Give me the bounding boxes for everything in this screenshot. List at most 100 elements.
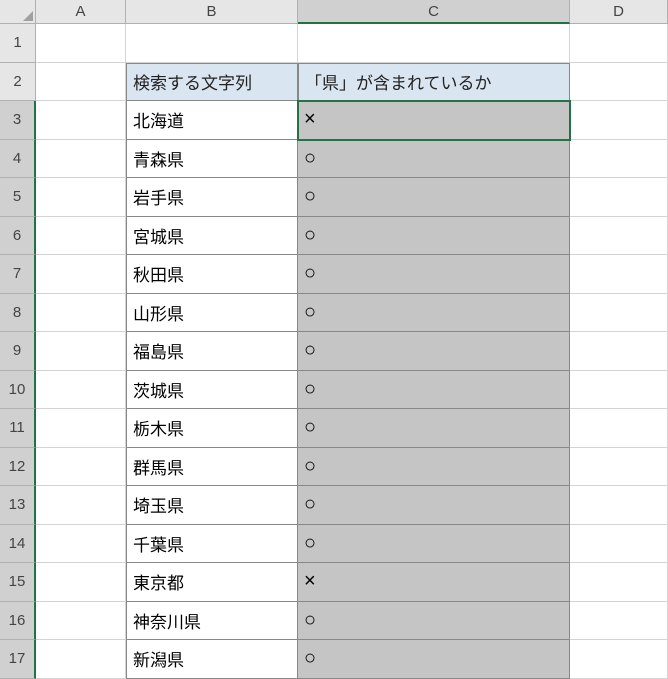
row-head[interactable]: 8: [0, 294, 36, 333]
cell-c12[interactable]: ○: [298, 448, 570, 487]
cell-d3[interactable]: [570, 101, 668, 140]
cell-d12[interactable]: [570, 448, 668, 487]
row-head[interactable]: 9: [0, 332, 36, 371]
cell-c3[interactable]: ×: [298, 101, 570, 140]
cell-c1[interactable]: [298, 24, 570, 63]
row-head[interactable]: 6: [0, 217, 36, 256]
cell-c8[interactable]: ○: [298, 294, 570, 333]
cell-b4[interactable]: 青森県: [126, 140, 298, 179]
cell-d7[interactable]: [570, 255, 668, 294]
result-symbol: ○: [304, 224, 316, 247]
cell-b3[interactable]: 北海道: [126, 101, 298, 140]
cell-b15[interactable]: 東京都: [126, 563, 298, 602]
cell-a12[interactable]: [36, 448, 126, 487]
row-head[interactable]: 14: [0, 525, 36, 564]
cell-b12[interactable]: 群馬県: [126, 448, 298, 487]
cell-d16[interactable]: [570, 602, 668, 641]
cell-b2[interactable]: 検索する文字列: [126, 63, 298, 102]
row-head[interactable]: 12: [0, 448, 36, 487]
row-head[interactable]: 1: [0, 24, 36, 63]
cell-c11[interactable]: ○: [298, 409, 570, 448]
result-symbol: ○: [304, 339, 316, 362]
cell-d17[interactable]: [570, 640, 668, 679]
cell-c17[interactable]: ○: [298, 640, 570, 679]
result-symbol: ×: [304, 108, 316, 131]
cell-b1[interactable]: [126, 24, 298, 63]
cell-c13[interactable]: ○: [298, 486, 570, 525]
col-head-b[interactable]: B: [126, 0, 298, 24]
cell-a2[interactable]: [36, 63, 126, 102]
cell-a17[interactable]: [36, 640, 126, 679]
cell-d13[interactable]: [570, 486, 668, 525]
select-all-corner[interactable]: [0, 0, 36, 24]
col-head-c[interactable]: C: [298, 0, 570, 24]
cell-d6[interactable]: [570, 217, 668, 256]
cell-d9[interactable]: [570, 332, 668, 371]
cell-d15[interactable]: [570, 563, 668, 602]
result-symbol: ○: [304, 493, 316, 516]
cell-b8[interactable]: 山形県: [126, 294, 298, 333]
cell-b17[interactable]: 新潟県: [126, 640, 298, 679]
cell-c4[interactable]: ○: [298, 140, 570, 179]
cell-c7[interactable]: ○: [298, 255, 570, 294]
cell-c16[interactable]: ○: [298, 602, 570, 641]
cell-a16[interactable]: [36, 602, 126, 641]
cell-c2[interactable]: 「県」が含まれているか: [298, 63, 570, 102]
cell-a1[interactable]: [36, 24, 126, 63]
cell-c5[interactable]: ○: [298, 178, 570, 217]
result-symbol: ○: [304, 185, 316, 208]
row-head[interactable]: 7: [0, 255, 36, 294]
cell-a7[interactable]: [36, 255, 126, 294]
cell-d10[interactable]: [570, 371, 668, 410]
cell-b7[interactable]: 秋田県: [126, 255, 298, 294]
result-symbol: ×: [304, 570, 316, 593]
row-head[interactable]: 4: [0, 140, 36, 179]
result-symbol: ○: [304, 647, 316, 670]
cell-b16[interactable]: 神奈川県: [126, 602, 298, 641]
cell-a8[interactable]: [36, 294, 126, 333]
row-head[interactable]: 3: [0, 101, 36, 140]
cell-a15[interactable]: [36, 563, 126, 602]
col-head-d[interactable]: D: [570, 0, 668, 24]
col-head-a[interactable]: A: [36, 0, 126, 24]
cell-b9[interactable]: 福島県: [126, 332, 298, 371]
cell-a13[interactable]: [36, 486, 126, 525]
cell-d5[interactable]: [570, 178, 668, 217]
cell-a11[interactable]: [36, 409, 126, 448]
cell-a5[interactable]: [36, 178, 126, 217]
cell-a9[interactable]: [36, 332, 126, 371]
cell-d2[interactable]: [570, 63, 668, 102]
cell-d8[interactable]: [570, 294, 668, 333]
cell-b10[interactable]: 茨城県: [126, 371, 298, 410]
row-head[interactable]: 15: [0, 563, 36, 602]
cell-b11[interactable]: 栃木県: [126, 409, 298, 448]
cell-d11[interactable]: [570, 409, 668, 448]
spreadsheet-grid[interactable]: A B C D 1 2 検索する文字列 「県」が含まれているか 3 北海道 × …: [0, 0, 668, 679]
cell-c9[interactable]: ○: [298, 332, 570, 371]
cell-d4[interactable]: [570, 140, 668, 179]
cell-a3[interactable]: [36, 101, 126, 140]
row-head[interactable]: 5: [0, 178, 36, 217]
cell-d1[interactable]: [570, 24, 668, 63]
cell-b5[interactable]: 岩手県: [126, 178, 298, 217]
cell-a6[interactable]: [36, 217, 126, 256]
result-symbol: ○: [304, 262, 316, 285]
cell-b14[interactable]: 千葉県: [126, 525, 298, 564]
cell-a10[interactable]: [36, 371, 126, 410]
cell-a14[interactable]: [36, 525, 126, 564]
cell-b6[interactable]: 宮城県: [126, 217, 298, 256]
row-head[interactable]: 17: [0, 640, 36, 679]
cell-b13[interactable]: 埼玉県: [126, 486, 298, 525]
cell-a4[interactable]: [36, 140, 126, 179]
cell-c6[interactable]: ○: [298, 217, 570, 256]
row-head[interactable]: 10: [0, 371, 36, 410]
cell-c14[interactable]: ○: [298, 525, 570, 564]
row-head[interactable]: 2: [0, 63, 36, 102]
row-head[interactable]: 16: [0, 602, 36, 641]
cell-d14[interactable]: [570, 525, 668, 564]
cell-c10[interactable]: ○: [298, 371, 570, 410]
row-head[interactable]: 13: [0, 486, 36, 525]
cell-c15[interactable]: ×: [298, 563, 570, 602]
row-head[interactable]: 11: [0, 409, 36, 448]
result-symbol: ○: [304, 416, 316, 439]
